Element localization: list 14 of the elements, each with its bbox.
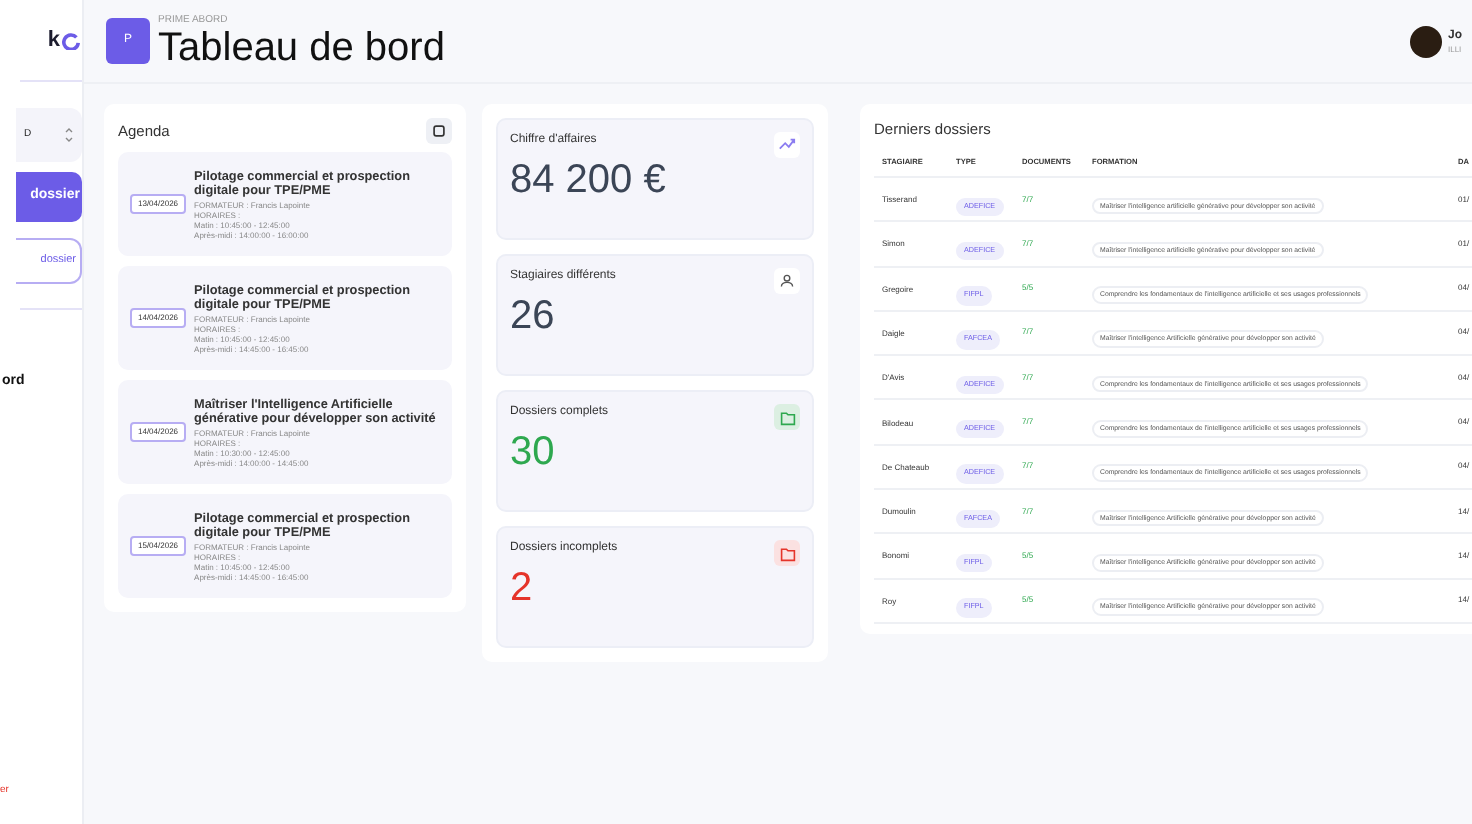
logo-icon [62,31,80,49]
folder-icon [774,404,800,430]
chevron-icon [64,126,74,144]
page-title: Tableau de bord [158,25,445,69]
folder-icon [774,540,800,566]
calendar-icon[interactable] [426,118,452,144]
trend-icon [774,132,800,158]
avatar [1410,25,1442,57]
stat-value: 84 200 € [510,158,668,202]
logo-text: k [47,25,60,56]
stat-value: 26 [510,294,557,338]
user-icon [774,268,800,294]
stat-value: 30 [510,430,557,474]
stat-value: 2 [510,566,535,610]
